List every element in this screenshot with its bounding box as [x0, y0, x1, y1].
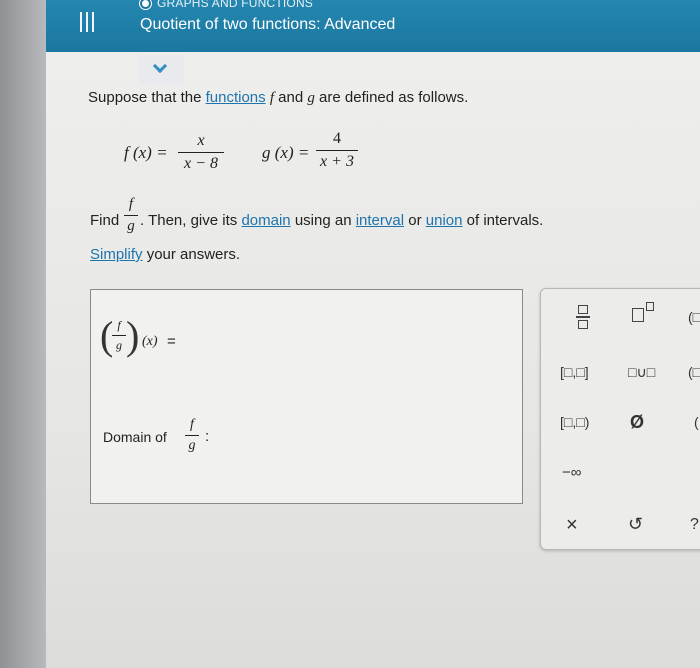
- exponent-key[interactable]: [632, 302, 654, 322]
- open-interval-key[interactable]: (□: [688, 364, 700, 380]
- union-key[interactable]: □∪□: [628, 364, 655, 381]
- f-lhs: f (x) =: [124, 143, 168, 162]
- chevron-down-icon: [152, 58, 168, 74]
- find-label: Find: [90, 212, 120, 229]
- collapse-toggle[interactable]: [138, 55, 184, 85]
- simplify-line: Simplify your answers.: [90, 246, 241, 263]
- empty-set-key[interactable]: Ø: [630, 412, 644, 433]
- domain-colon: :: [205, 428, 210, 445]
- problem-intro: Suppose that the functions f and g are d…: [88, 89, 469, 106]
- f-fraction: x x − 8: [178, 132, 224, 173]
- clear-button[interactable]: ×: [566, 514, 578, 537]
- interval-link[interactable]: interval: [356, 212, 404, 229]
- union-link[interactable]: union: [426, 212, 463, 229]
- domain-link[interactable]: domain: [241, 212, 290, 229]
- fraction-key[interactable]: [576, 305, 590, 329]
- instructions: . Then, give its domain using an interva…: [140, 212, 544, 229]
- undo-icon[interactable]: ↺: [628, 514, 643, 535]
- section-label: GRAPHS AND FUNCTIONS: [140, 0, 313, 10]
- negative-infinity-key[interactable]: −∞: [562, 464, 581, 481]
- answer-x: (x): [142, 334, 158, 349]
- menu-icon[interactable]: [80, 12, 98, 34]
- right-paren: ): [126, 313, 140, 358]
- g-lhs: g (x) =: [262, 143, 310, 162]
- partial-key[interactable]: (: [694, 414, 699, 430]
- left-edge: [0, 0, 46, 668]
- answer-fraction: f g: [112, 318, 126, 353]
- page-title: Quotient of two functions: Advanced: [140, 16, 396, 33]
- domain-fraction: f g: [185, 417, 199, 454]
- answer-equals: =: [167, 333, 176, 350]
- closed-interval-key[interactable]: [□,□]: [560, 364, 589, 380]
- answer-area: [90, 289, 523, 504]
- progress-dot-icon: [140, 0, 151, 9]
- half-open-interval-key[interactable]: [□,□): [560, 414, 589, 430]
- g-fraction: 4 x + 3: [316, 130, 358, 171]
- functions-link[interactable]: functions: [206, 89, 266, 106]
- simplify-link[interactable]: Simplify: [90, 246, 143, 263]
- find-fraction: f g: [124, 196, 138, 235]
- help-button[interactable]: ?: [690, 516, 699, 534]
- domain-label: Domain of: [103, 429, 167, 445]
- paren-key[interactable]: (□: [688, 309, 700, 325]
